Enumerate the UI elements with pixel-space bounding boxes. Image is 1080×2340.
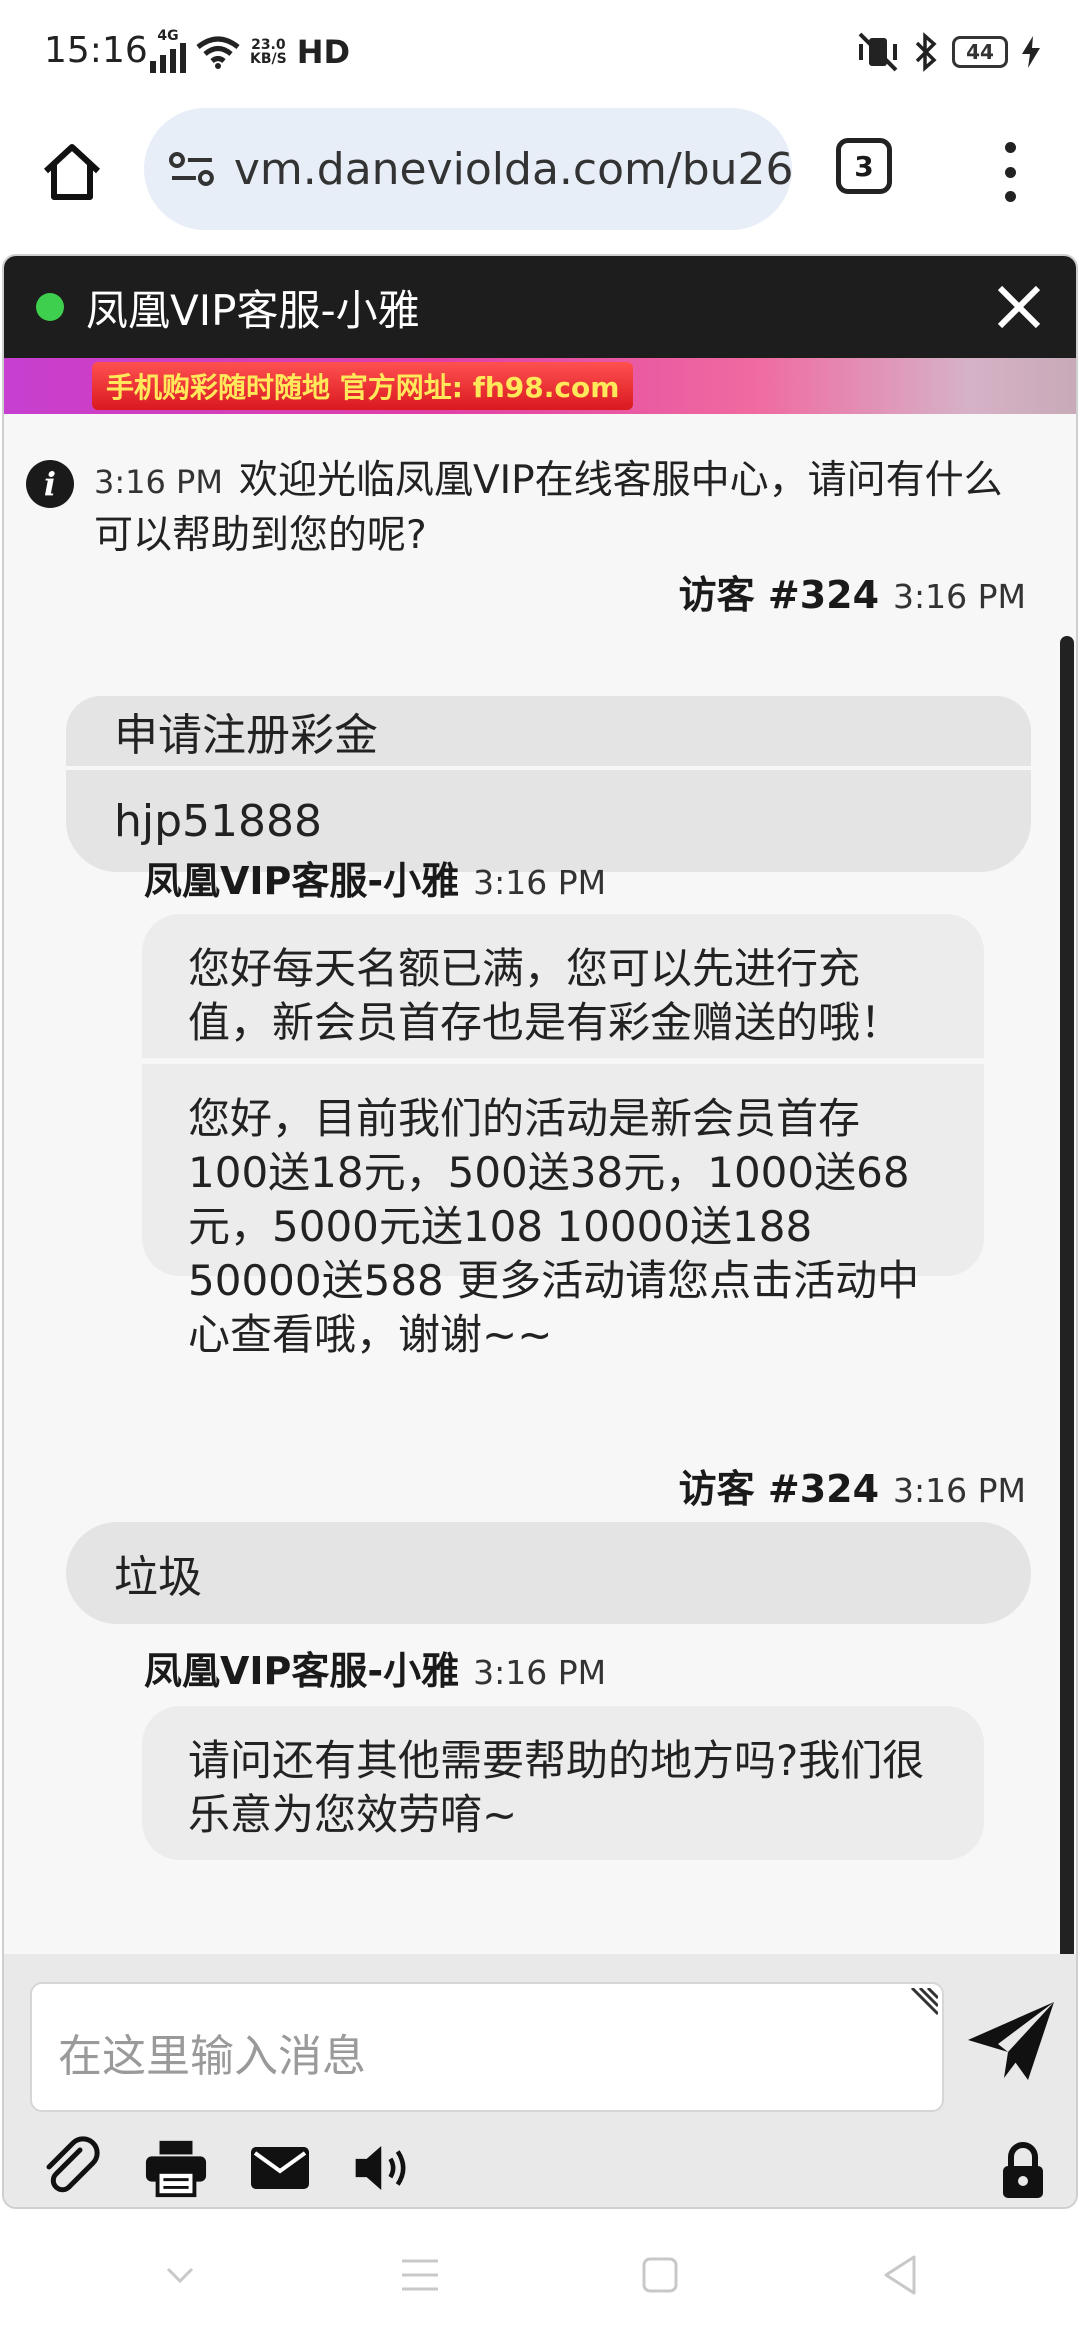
nav-menu-button[interactable]	[390, 2245, 450, 2305]
square-icon	[642, 2257, 678, 2292]
lock-icon[interactable]	[998, 2140, 1048, 2200]
wifi-icon	[196, 36, 240, 69]
nav-collapse-button[interactable]	[150, 2245, 210, 2305]
sound-button[interactable]	[352, 2136, 416, 2200]
network-speed: 23.0 KB/S	[250, 37, 287, 67]
send-icon[interactable]	[964, 1994, 1058, 2088]
online-status-icon	[36, 293, 64, 321]
address-bar[interactable]: vm.daneviolda.com/bu26	[144, 108, 792, 230]
nav-back-button[interactable]	[870, 2245, 930, 2305]
message-input[interactable]: 在这里输入消息	[30, 1982, 944, 2112]
ad-banner-label: 手机购彩随时随地 官方网址: fh98.com	[92, 362, 634, 410]
agent-message: 您好，目前我们的活动是新会员首存100送18元，500送38元，1000送68元…	[142, 1064, 984, 1359]
chat-title: 凤凰VIP客服-小雅	[86, 285, 420, 335]
message-text: 请问还有其他需要帮助的地方吗?我们很乐意为您效劳唷~	[188, 1736, 925, 1839]
message-text: 申请注册彩金	[114, 710, 378, 761]
home-icon	[43, 144, 101, 200]
email-button[interactable]	[248, 2136, 312, 2200]
site-settings-icon[interactable]	[168, 149, 216, 189]
ad-banner[interactable]: 手机购彩随时随地 官方网址: fh98.com	[4, 358, 1076, 414]
print-icon	[145, 2140, 207, 2198]
sender-name: 访客 #324	[678, 1467, 880, 1511]
agent-message: 您好每天名额已满，您可以先进行充值，新会员首存也是有彩金赠送的哦！	[142, 914, 984, 1058]
menu-dot	[1004, 142, 1016, 153]
url-text[interactable]: vm.daneviolda.com/bu26	[234, 144, 792, 195]
home-button[interactable]	[36, 136, 108, 208]
menu-dot	[1004, 166, 1016, 178]
status-time: 15:16	[44, 30, 148, 71]
vibrate-off-icon	[858, 32, 898, 72]
sound-icon	[355, 2146, 406, 2190]
sender-name: 访客 #324	[678, 573, 880, 617]
system-navigation-bar	[0, 2209, 1080, 2340]
attach-icon	[46, 2136, 100, 2193]
composer-tools	[40, 2136, 416, 2200]
system-message-text: 欢迎光临凤凰VIP在线客服中心，请问有什么可以帮助到您的呢?	[94, 458, 1003, 558]
message-list[interactable]: i 3:16 PM 欢迎光临凤凰VIP在线客服中心，请问有什么可以帮助到您的呢? …	[4, 414, 1076, 1954]
message-text: hjp51888	[114, 795, 323, 847]
menu-dot	[1004, 191, 1016, 202]
visitor-message-meta: 访客 #324 3:16 PM	[679, 564, 1026, 619]
hamburger-icon	[402, 2259, 438, 2290]
close-icon[interactable]	[994, 282, 1044, 332]
message-text: 您好，目前我们的活动是新会员首存100送18元，500送38元，1000送68元…	[188, 1094, 920, 1359]
ad-banner-text: 手机购彩随时随地 官方网址: fh98.com	[106, 371, 620, 404]
visitor-message: 申请注册彩金	[66, 696, 1031, 766]
charging-icon	[1022, 36, 1040, 68]
resize-grip-icon[interactable]	[908, 1988, 938, 2018]
bluetooth-icon	[915, 32, 937, 72]
agent-message-meta: 凤凰VIP客服-小雅 3:16 PM	[144, 850, 606, 905]
message-text: 您好每天名额已满，您可以先进行充值，新会员首存也是有彩金赠送的哦！	[188, 944, 903, 1047]
message-composer: 在这里输入消息	[4, 1954, 1076, 2207]
message-scrollbar[interactable]	[1060, 636, 1074, 2026]
agent-message-meta: 凤凰VIP客服-小雅 3:16 PM	[144, 1640, 606, 1695]
tab-switcher-button[interactable]: 3	[836, 138, 892, 194]
chevron-down-icon	[166, 2267, 194, 2283]
attach-button[interactable]	[40, 2136, 104, 2200]
system-message: i 3:16 PM 欢迎光临凤凰VIP在线客服中心，请问有什么可以帮助到您的呢?	[26, 454, 1006, 563]
sender-name: 凤凰VIP客服-小雅	[144, 859, 460, 903]
visitor-message-meta: 访客 #324 3:16 PM	[679, 1458, 1026, 1513]
status-icons-left: 4G 23.0 KB/S HD	[150, 29, 351, 76]
email-icon	[251, 2147, 309, 2189]
message-input-placeholder: 在这里输入消息	[58, 2031, 366, 2082]
signal-icon	[150, 42, 186, 73]
status-icons-right: 44	[856, 30, 1040, 74]
message-time: 3:16 PM	[893, 1471, 1026, 1510]
message-time: 3:16 PM	[473, 1653, 607, 1692]
info-icon: i	[26, 460, 74, 508]
battery-indicator: 44	[952, 36, 1008, 68]
hd-indicator: HD	[296, 33, 351, 71]
message-text: 垃圾	[114, 1552, 202, 1603]
message-time: 3:16 PM	[94, 463, 223, 501]
back-triangle-icon	[884, 2255, 916, 2294]
message-time: 3:16 PM	[473, 863, 607, 902]
browser-toolbar: vm.daneviolda.com/bu26 3	[0, 100, 1080, 250]
chat-widget: 凤凰VIP客服-小雅 手机购彩随时随地 官方网址: fh98.com i 3:1…	[2, 254, 1078, 2209]
print-button[interactable]	[144, 2136, 208, 2200]
status-bar: 15:16 4G 23.0 KB/S HD 44	[0, 0, 1080, 100]
network-type: 4G	[150, 29, 186, 76]
nav-home-button[interactable]	[630, 2245, 690, 2305]
chat-header: 凤凰VIP客服-小雅	[4, 256, 1076, 358]
agent-message: 请问还有其他需要帮助的地方吗?我们很乐意为您效劳唷~	[142, 1706, 984, 1860]
visitor-message: 垃圾	[66, 1522, 1031, 1624]
browser-menu-button[interactable]	[990, 136, 1030, 208]
sender-name: 凤凰VIP客服-小雅	[144, 1649, 460, 1693]
message-time: 3:16 PM	[893, 577, 1026, 616]
